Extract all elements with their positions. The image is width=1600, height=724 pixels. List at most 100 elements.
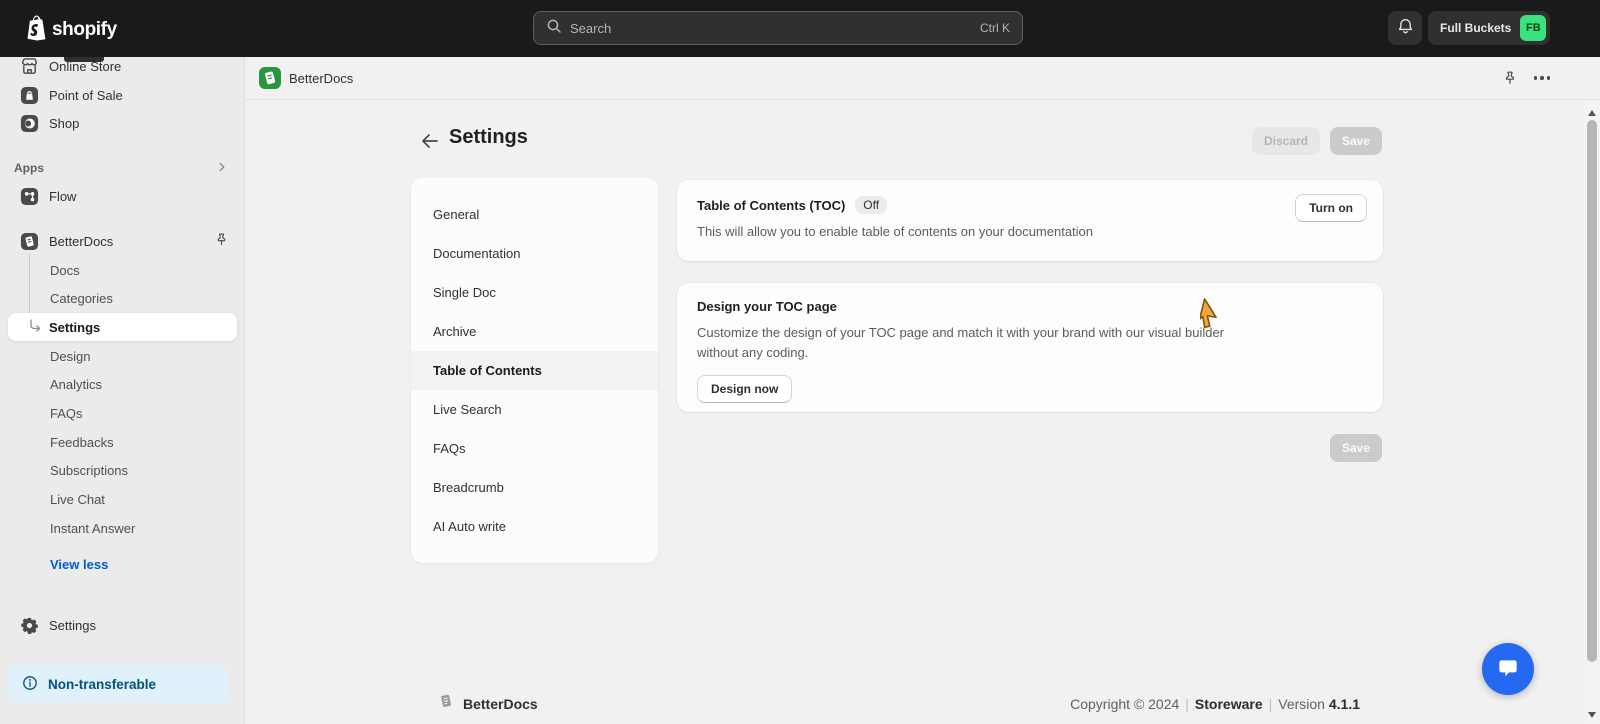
vertical-scrollbar[interactable] [1584, 100, 1600, 724]
sidebar-item-label: Point of Sale [49, 87, 123, 103]
sidebar-item-betterdocs[interactable]: BetterDocs [8, 227, 237, 255]
betterdocs-green-icon [259, 67, 281, 89]
separator: | [1185, 696, 1189, 712]
sidebar-item-label: Analytics [50, 376, 103, 392]
more-options-icon[interactable] [1533, 76, 1550, 80]
settings-tab-ai-auto-write[interactable]: AI Auto write [411, 507, 658, 546]
sidebar-item-design[interactable]: Design [8, 342, 237, 370]
design-toc-card: Design your TOC page Customize the desig… [677, 283, 1383, 412]
copyright-text: Copyright © 2024 [1070, 696, 1180, 712]
save-button-top[interactable]: Save [1330, 127, 1382, 155]
view-less-link[interactable]: View less [8, 550, 237, 578]
settings-tab-archive[interactable]: Archive [411, 312, 658, 351]
pin-icon[interactable] [214, 232, 229, 250]
sidebar-item-categories[interactable]: Categories [8, 284, 237, 312]
sidebar-item-docs[interactable]: Docs [8, 256, 237, 284]
chevron-right-icon [215, 160, 229, 177]
card-title: Design your TOC page [697, 299, 837, 314]
search-icon [546, 18, 562, 39]
corner-arrow-icon [28, 318, 42, 336]
view-less-label: View less [50, 556, 109, 572]
betterdocs-app-icon [20, 232, 39, 251]
nav-tree-line [29, 254, 30, 320]
sidebar-item-shop[interactable]: Shop [8, 109, 237, 137]
back-button[interactable] [417, 128, 443, 154]
sidebar-item-flow[interactable]: Flow [8, 182, 237, 210]
sidebar-item-label: Instant Answer [50, 520, 136, 536]
topbar: shopify Ctrl K Full Buckets FB [0, 0, 1600, 57]
point-of-sale-icon [20, 86, 39, 105]
sidebar-item-point-of-sale[interactable]: Point of Sale [8, 81, 237, 109]
settings-tab-live-search[interactable]: Live Search [411, 390, 658, 429]
scrollbar-thumb[interactable] [1587, 120, 1597, 662]
scroll-down-arrow[interactable] [1588, 712, 1596, 718]
sidebar-item-settings-selected[interactable]: Settings [8, 313, 237, 341]
footer-copyright: Copyright © 2024 | Storeware | Version 4.1.1 [1070, 696, 1360, 712]
sidebar-item-faqs[interactable]: FAQs [8, 399, 237, 427]
sidebar-item-label: Settings [49, 617, 96, 633]
sidebar-item-label: Online Store [49, 58, 122, 74]
live-chat-bubble[interactable] [1482, 643, 1534, 695]
discard-button[interactable]: Discard [1252, 127, 1320, 155]
card-description: This will allow you to enable table of c… [697, 224, 1094, 239]
card-description: Customize the design of your TOC page an… [697, 325, 1225, 360]
bell-icon [1397, 18, 1414, 38]
sidebar-item-live-chat[interactable]: Live Chat [8, 485, 237, 513]
turn-on-button[interactable]: Turn on [1295, 194, 1367, 222]
app-title: BetterDocs [289, 71, 354, 86]
pin-app-icon[interactable] [1502, 70, 1518, 91]
notifications-button[interactable] [1388, 11, 1422, 45]
settings-tab-single-doc[interactable]: Single Doc [411, 273, 658, 312]
sidebar-item-settings-bottom[interactable]: Settings [8, 611, 237, 639]
info-icon [22, 675, 38, 694]
save-button-bottom[interactable]: Save [1330, 434, 1382, 462]
sidebar-item-label: BetterDocs [49, 233, 114, 249]
settings-tab-general[interactable]: General [411, 195, 658, 234]
main-area: BetterDocs Settings Discard Save General… [245, 57, 1600, 724]
sidebar-item-analytics[interactable]: Analytics [8, 370, 237, 398]
card-title: Table of Contents (TOC) [697, 197, 846, 213]
storefront-icon [20, 57, 39, 76]
separator: | [1268, 696, 1273, 712]
app-content: Settings Discard Save General Documentat… [245, 100, 1600, 724]
sidebar-section-apps[interactable]: Apps [8, 154, 237, 182]
settings-tab-documentation[interactable]: Documentation [411, 234, 658, 273]
toc-toggle-card: Table of Contents (TOC) Off Turn on This… [677, 180, 1383, 261]
version-number: 4.1.1 [1328, 696, 1360, 712]
global-search[interactable]: Ctrl K [533, 11, 1023, 45]
search-input[interactable] [570, 20, 972, 36]
sidebar-item-feedbacks[interactable]: Feedbacks [8, 428, 237, 456]
store-menu-button[interactable]: Full Buckets FB [1428, 11, 1551, 45]
apps-header-label: Apps [14, 161, 44, 175]
sidebar-item-instant-answer[interactable]: Instant Answer [8, 514, 237, 542]
shop-app-icon [20, 114, 39, 133]
page-title: Settings [449, 126, 528, 148]
scroll-up-arrow[interactable] [1588, 110, 1596, 116]
footer-brand: BetterDocs [437, 692, 538, 715]
footer-brand-label: BetterDocs [463, 695, 538, 712]
sidebar-item-label: Settings [49, 319, 101, 335]
shopify-bag-icon [24, 14, 48, 46]
shopify-logo[interactable]: shopify [24, 14, 117, 46]
settings-tab-breadcrumb[interactable]: Breadcrumb [411, 468, 658, 507]
store-avatar: FB [1520, 15, 1547, 41]
betterdocs-footer-icon [437, 692, 455, 715]
settings-tab-faqs[interactable]: FAQs [411, 429, 658, 468]
sidebar-item-subscriptions[interactable]: Subscriptions [8, 456, 237, 484]
sidebar-item-label: Flow [49, 188, 77, 204]
sidebar-item-label: Design [50, 348, 91, 364]
sidebar-item-label: Shop [49, 115, 80, 131]
settings-nav-panel: General Documentation Single Doc Archive… [411, 178, 658, 563]
sidebar-item-label: Subscriptions [50, 462, 129, 478]
status-badge: Off [855, 196, 888, 214]
store-name: Full Buckets [1440, 21, 1512, 35]
app-header: BetterDocs [245, 57, 1600, 100]
sidebar-item-label: Docs [50, 262, 80, 278]
settings-tab-table-of-contents[interactable]: Table of Contents [411, 351, 658, 390]
sidebar-item-label: Feedbacks [50, 434, 114, 450]
design-now-button[interactable]: Design now [697, 375, 793, 403]
chat-bubble-icon [1495, 655, 1521, 684]
sidebar-nav: Online Store Point of Sale Shop Apps Flo… [0, 57, 245, 724]
search-shortcut: Ctrl K [980, 21, 1010, 35]
sidebar-item-label: Live Chat [50, 491, 105, 507]
